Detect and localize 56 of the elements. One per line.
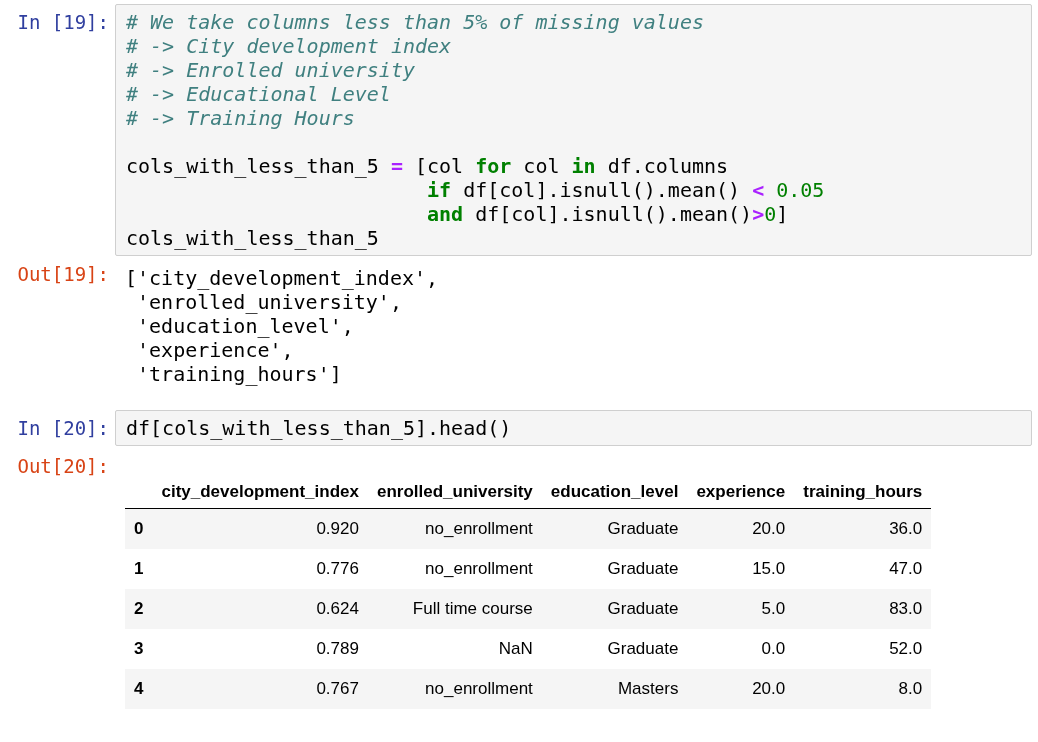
table-cell: 0.767 xyxy=(152,669,368,709)
table-cell: no_enrollment xyxy=(367,549,542,589)
output-line: 'education_level', xyxy=(136,314,355,338)
output-line: ['city_development_index', xyxy=(125,266,440,290)
output-line: 'enrolled_university', xyxy=(136,290,403,314)
table-cell: 0.624 xyxy=(152,589,368,629)
row-index: 2 xyxy=(125,589,153,629)
output-prompt: Out[19]: xyxy=(16,262,110,286)
output-prompt: Out[20]: xyxy=(16,454,110,478)
table-cell: 52.0 xyxy=(794,629,932,669)
column-header: city_development_index xyxy=(152,476,368,509)
table-cell: 20.0 xyxy=(687,508,795,549)
table-cell: Graduate xyxy=(541,589,688,629)
code-line: # -> Training Hours xyxy=(126,106,356,130)
input-prompt: In [20]: xyxy=(16,416,110,440)
code-cell[interactable]: df[cols_with_less_than_5].head() xyxy=(115,410,1032,446)
code-cell[interactable] xyxy=(115,4,1032,256)
table-cell: Graduate xyxy=(541,508,688,549)
table-cell: 0.776 xyxy=(152,549,368,589)
table-cell: Graduate xyxy=(541,549,688,589)
table-cell: 47.0 xyxy=(794,549,932,589)
table-cell: 0.920 xyxy=(152,508,368,549)
table-cell: no_enrollment xyxy=(367,508,542,549)
column-header: enrolled_university xyxy=(367,476,542,509)
table-cell: 36.0 xyxy=(794,508,932,549)
row-index: 1 xyxy=(125,549,153,589)
column-header: experience xyxy=(687,476,795,509)
input-prompt: In [19]: xyxy=(16,10,110,34)
table-cell: 8.0 xyxy=(794,669,932,709)
code-line: # -> Educational Level xyxy=(126,82,392,106)
table-cell: 15.0 xyxy=(687,549,795,589)
code-line: cols_with_less_than_5 = [col for col in df.columns xyxy=(126,154,730,178)
table-cell: Full time course xyxy=(367,589,542,629)
output-line: 'training_hours'] xyxy=(136,362,343,386)
column-header: education_level xyxy=(541,476,688,509)
code-line: # We take columns less than 5% of missing values xyxy=(126,10,705,34)
code-line: # -> City development index xyxy=(126,34,453,58)
table-cell: NaN xyxy=(367,629,542,669)
row-index: 4 xyxy=(125,669,153,709)
table-cell: Masters xyxy=(541,669,688,709)
code-line: # -> Enrolled university xyxy=(126,58,416,82)
code-line: df[cols_with_less_than_5].head() xyxy=(126,416,513,440)
column-header: training_hours xyxy=(794,476,932,509)
code-line: and df[col].isnull().mean()>0] xyxy=(426,202,790,226)
output-line: 'experience', xyxy=(136,338,295,362)
row-index: 0 xyxy=(125,508,153,549)
table-cell: 5.0 xyxy=(687,589,795,629)
table-cell: 83.0 xyxy=(794,589,932,629)
row-index: 3 xyxy=(125,629,153,669)
table-cell: 0.789 xyxy=(152,629,368,669)
table-cell: 0.0 xyxy=(687,629,795,669)
table-cell: no_enrollment xyxy=(367,669,542,709)
table-cell: 20.0 xyxy=(687,669,795,709)
code-line: cols_with_less_than_5 xyxy=(126,226,380,250)
table-cell: Graduate xyxy=(541,629,688,669)
code-line: if df[col].isnull().mean() < 0.05 xyxy=(426,178,826,202)
